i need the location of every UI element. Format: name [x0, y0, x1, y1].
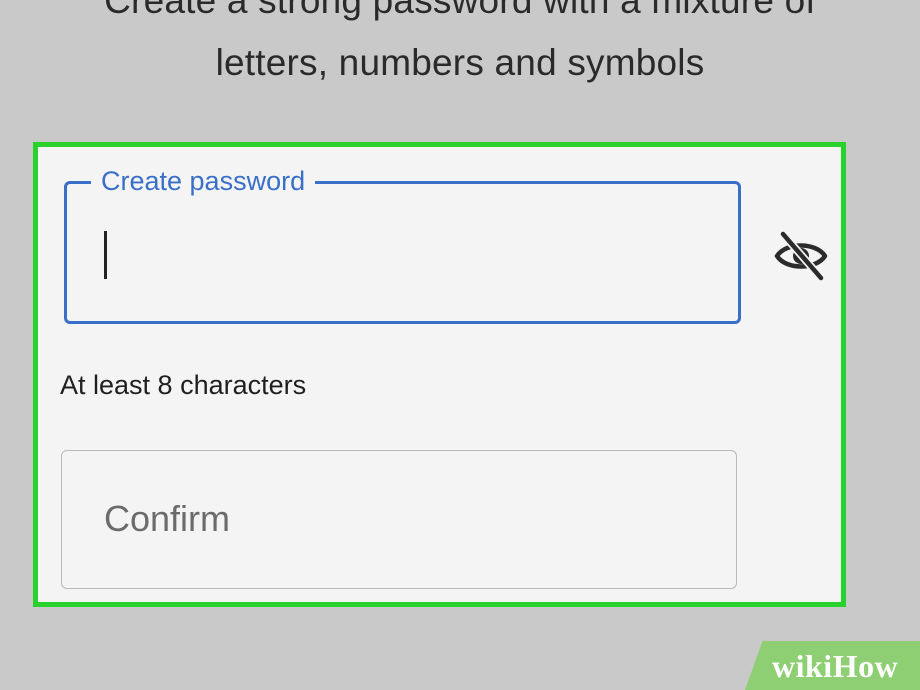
create-password-field[interactable]: Create password	[64, 165, 741, 324]
password-requirement-text: At least 8 characters	[60, 370, 307, 400]
instruction-line-1: Create a strong password with a mixture …	[104, 0, 816, 21]
wikihow-watermark-text: wikiHow	[772, 648, 899, 684]
create-password-input[interactable]	[89, 214, 713, 286]
text-cursor	[104, 231, 107, 279]
confirm-password-input[interactable]	[102, 487, 706, 551]
eye-slash-icon[interactable]	[771, 226, 831, 286]
password-form-highlight: Create password At least 8 characters	[33, 142, 846, 607]
confirm-password-field[interactable]	[61, 450, 737, 589]
instruction-line-2: letters, numbers and symbols	[215, 42, 705, 83]
create-password-label: Create password	[91, 165, 316, 197]
